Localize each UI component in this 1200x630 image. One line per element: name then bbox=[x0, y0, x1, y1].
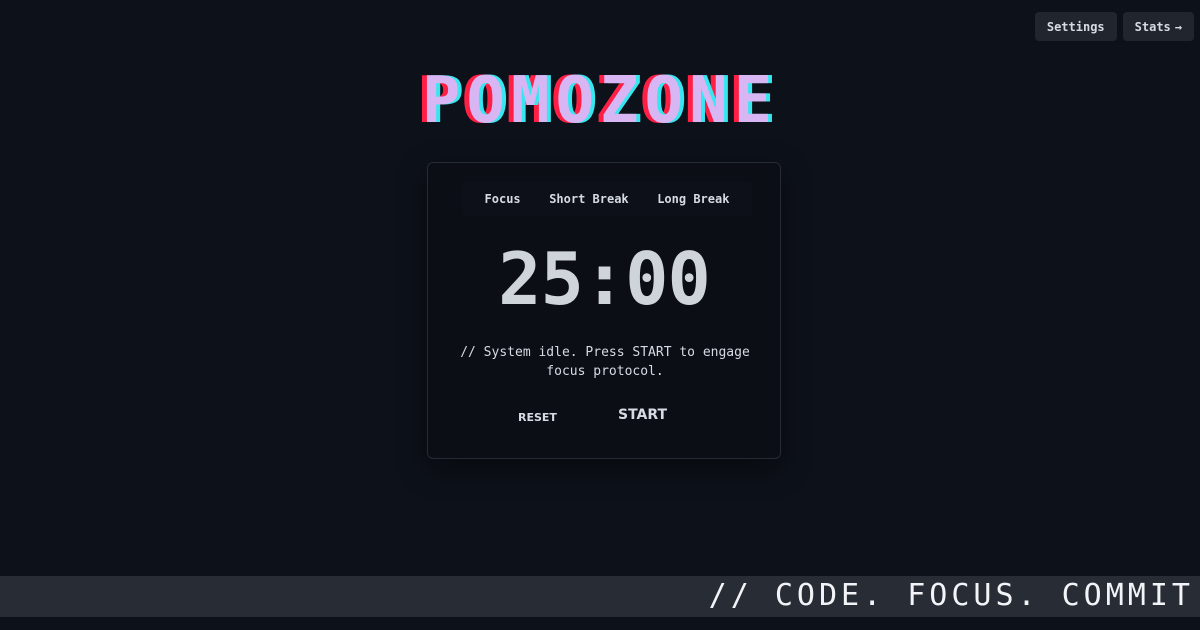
app-logo: POMOZONE POMOZONE POMOZONE bbox=[0, 68, 1200, 134]
stats-label: Stats bbox=[1134, 19, 1171, 34]
stats-button[interactable]: Stats → bbox=[1122, 12, 1194, 41]
timer-card: Focus Short Break Long Break 25:00 // Sy… bbox=[427, 162, 781, 459]
mode-tabs: Focus Short Break Long Break bbox=[462, 182, 752, 216]
status-message: // System idle. Press START to engage fo… bbox=[456, 343, 754, 381]
timer-display: 25:00 bbox=[498, 237, 711, 321]
timer-controls: RESET START bbox=[428, 407, 780, 431]
banner-slogan: // CODE. FOCUS. COMMIT bbox=[708, 578, 1194, 613]
tab-long-break[interactable]: Long Break bbox=[651, 188, 735, 210]
logo-title: POMOZONE bbox=[421, 64, 779, 138]
page: Settings Stats → POMOZONE POMOZONE POMOZ… bbox=[0, 0, 1200, 630]
tab-focus[interactable]: Focus bbox=[479, 188, 527, 210]
status-line-1: // System idle. Press START to engage bbox=[460, 345, 750, 360]
settings-label: Settings bbox=[1046, 19, 1105, 34]
reset-button[interactable]: RESET bbox=[518, 411, 557, 424]
arrow-right-icon: → bbox=[1174, 19, 1182, 34]
footer-banner: // CODE. FOCUS. COMMIT bbox=[0, 576, 1200, 617]
start-button[interactable]: START bbox=[618, 407, 667, 423]
top-nav: Settings Stats → bbox=[1034, 12, 1194, 41]
status-line-2: focus protocol. bbox=[546, 364, 664, 379]
settings-button[interactable]: Settings bbox=[1034, 12, 1117, 41]
tab-short-break[interactable]: Short Break bbox=[543, 188, 634, 210]
